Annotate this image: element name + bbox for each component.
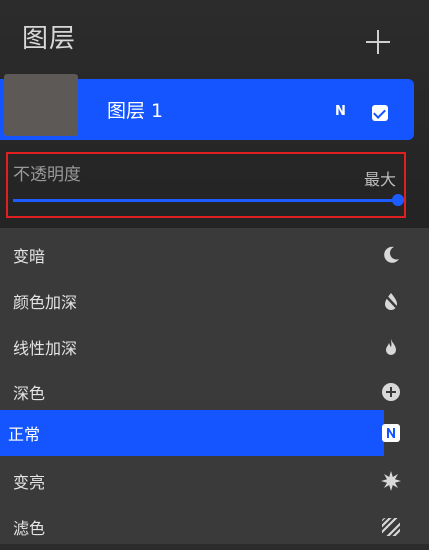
blend-mode-linear-burn[interactable]: 线性加深 (0, 324, 429, 370)
blend-mode-label: 变亮 (13, 473, 46, 492)
plus-circle-icon (381, 382, 401, 402)
opacity-label: 不透明度 (13, 165, 81, 185)
blend-mode-label: 正常 (8, 425, 41, 444)
layer-visibility-checkbox[interactable] (372, 105, 388, 121)
burn-icon (381, 291, 401, 311)
blend-mode-normal[interactable]: 正常 (0, 410, 400, 456)
sun-icon (381, 471, 401, 491)
blend-mode-label: 深色 (13, 384, 46, 403)
layer-thumbnail[interactable] (4, 74, 78, 136)
layer-row[interactable]: 图层 1 N (0, 74, 414, 140)
blend-mode-label: 线性加深 (13, 339, 78, 358)
blend-mode-list: 变暗 颜色加深 线性加深 深色 正常 变亮 滤色 (0, 228, 429, 544)
opacity-value: 最大 (363, 170, 396, 189)
blend-mode-label: 颜色加深 (13, 293, 78, 312)
blend-mode-label: 滤色 (13, 519, 46, 538)
flame-icon (381, 337, 401, 357)
blend-mode-label: 变暗 (13, 247, 46, 266)
opacity-slider-knob[interactable] (392, 194, 404, 206)
stripes-icon (381, 517, 401, 537)
opacity-slider[interactable] (13, 194, 404, 206)
blend-mode-darker-color[interactable]: 深色 (0, 369, 429, 415)
blend-mode-color-burn[interactable]: 颜色加深 (0, 278, 429, 324)
n-badge-icon (381, 423, 401, 443)
add-layer-button[interactable] (364, 28, 392, 56)
opacity-slider-fill (13, 199, 398, 202)
blend-mode-lighten[interactable]: 变亮 (0, 458, 429, 504)
layer-blend-mode-button[interactable]: N (335, 104, 346, 119)
blend-mode-darken[interactable]: 变暗 (0, 232, 429, 278)
blend-mode-screen[interactable]: 滤色 (0, 504, 429, 550)
opacity-control: 不透明度 最大 (6, 152, 406, 218)
moon-icon (381, 245, 401, 265)
layers-panel-title: 图层 (22, 24, 77, 54)
layer-name: 图层 1 (107, 100, 164, 122)
